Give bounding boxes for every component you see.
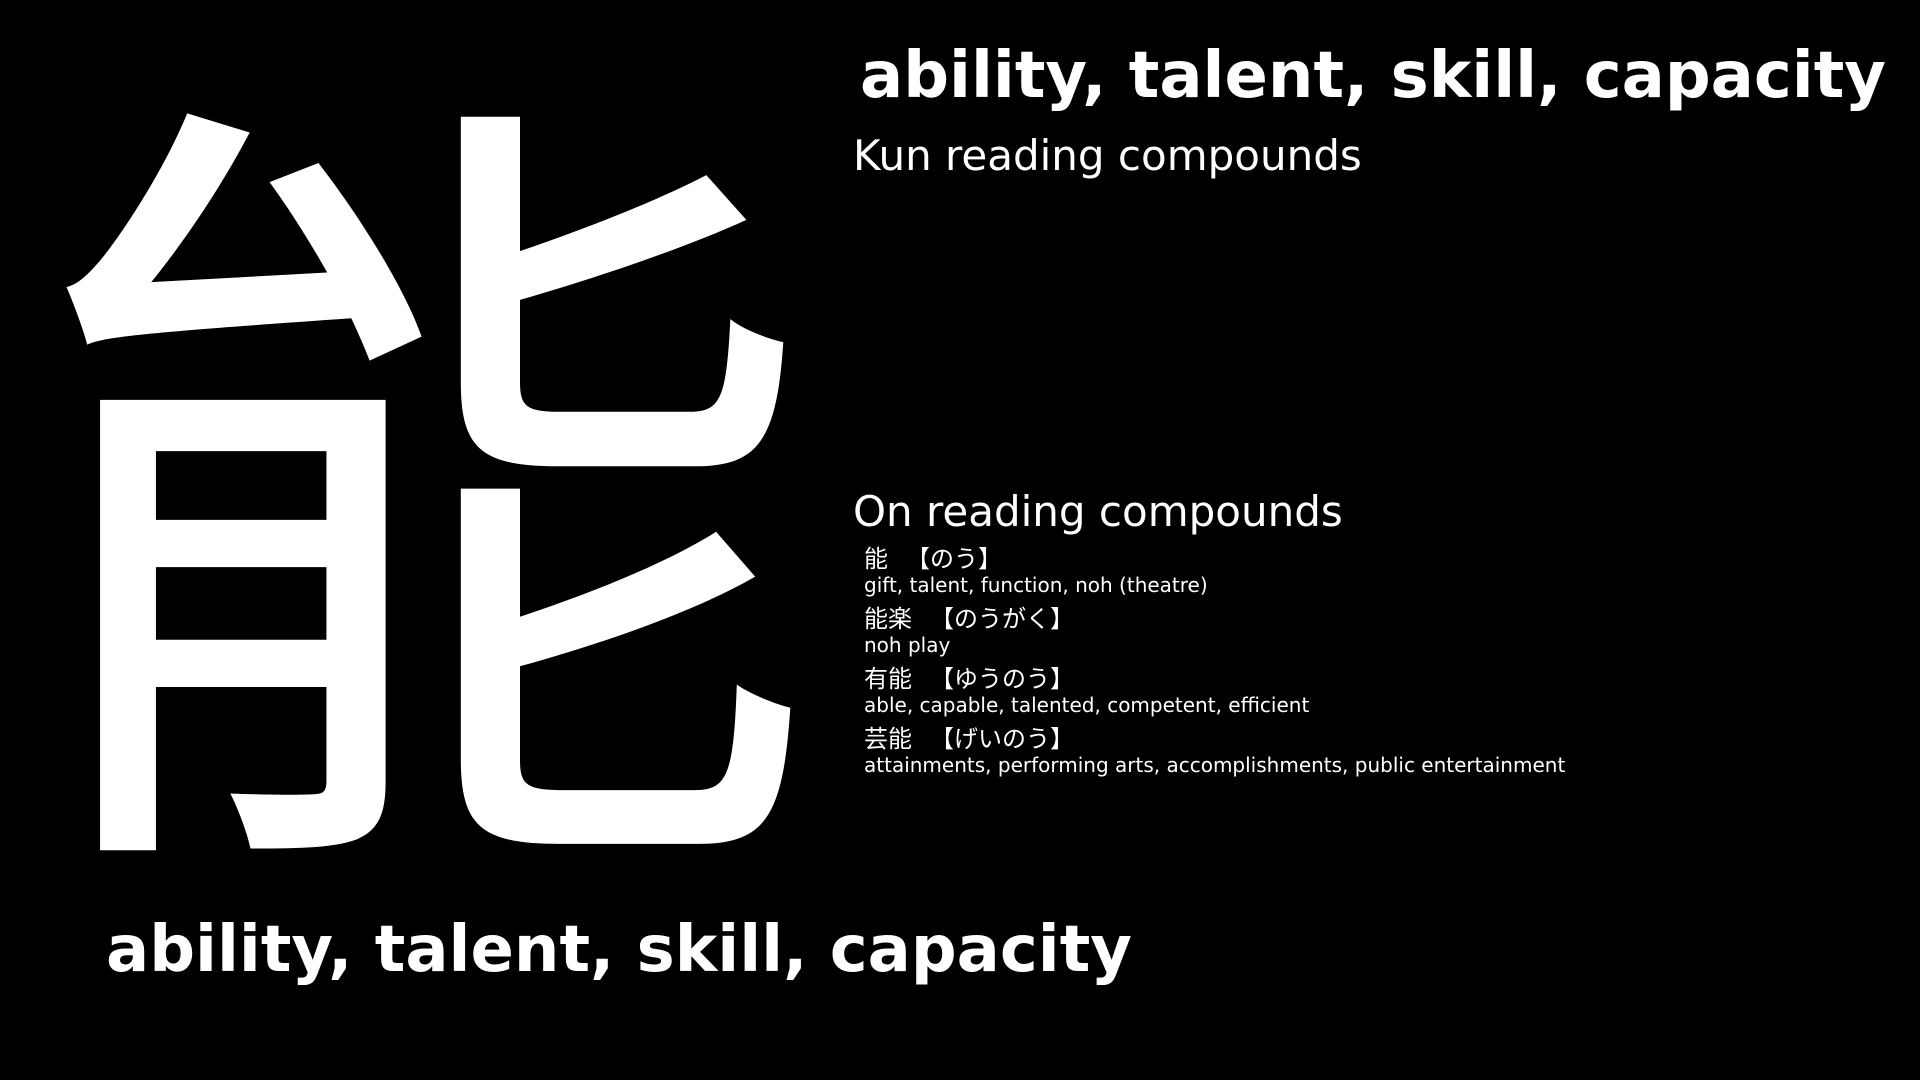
compound-header: 能楽 【のうがく】	[864, 604, 1565, 634]
on-reading-heading: On reading compounds	[853, 487, 1343, 536]
kun-reading-heading: Kun reading compounds	[853, 131, 1362, 180]
page-title: ability, talent, skill, capacity	[860, 39, 1886, 113]
compound-reading: 【げいのう】	[930, 725, 1074, 753]
compound-reading: 【ゆうのう】	[930, 665, 1074, 693]
compound-word: 有能	[864, 665, 912, 693]
compound-entry: 能楽 【のうがく】 noh play	[864, 604, 1565, 656]
compound-word: 芸能	[864, 725, 912, 753]
compound-entry: 有能 【ゆうのう】 able, capable, talented, compet…	[864, 664, 1565, 716]
compound-meaning: noh play	[864, 633, 951, 657]
compound-header: 能【のう】	[864, 544, 1565, 574]
compound-header: 有能 【ゆうのう】	[864, 664, 1565, 694]
compound-header: 芸能 【げいのう】	[864, 724, 1565, 754]
compound-meaning: gift, talent, function, noh (theatre)	[864, 573, 1208, 597]
compound-reading: 【のう】	[906, 545, 1002, 573]
compound-entry: 能【のう】 gift, talent, function, noh (theat…	[864, 544, 1565, 596]
compound-word: 能楽	[864, 605, 912, 633]
compound-meaning: able, capable, talented, competent, effi…	[864, 693, 1310, 717]
on-compound-list: 能【のう】 gift, talent, function, noh (theat…	[864, 544, 1565, 784]
compound-reading: 【のうがく】	[930, 605, 1074, 633]
compound-meaning: attainments, performing arts, accomplish…	[864, 753, 1566, 777]
large-kanji-character: 能	[20, 44, 820, 976]
compound-word: 能	[864, 545, 888, 573]
compound-entry: 芸能 【げいのう】 attainments, performing arts, a…	[864, 724, 1565, 776]
kanji-meaning-caption: ability, talent, skill, capacity	[106, 913, 1132, 987]
